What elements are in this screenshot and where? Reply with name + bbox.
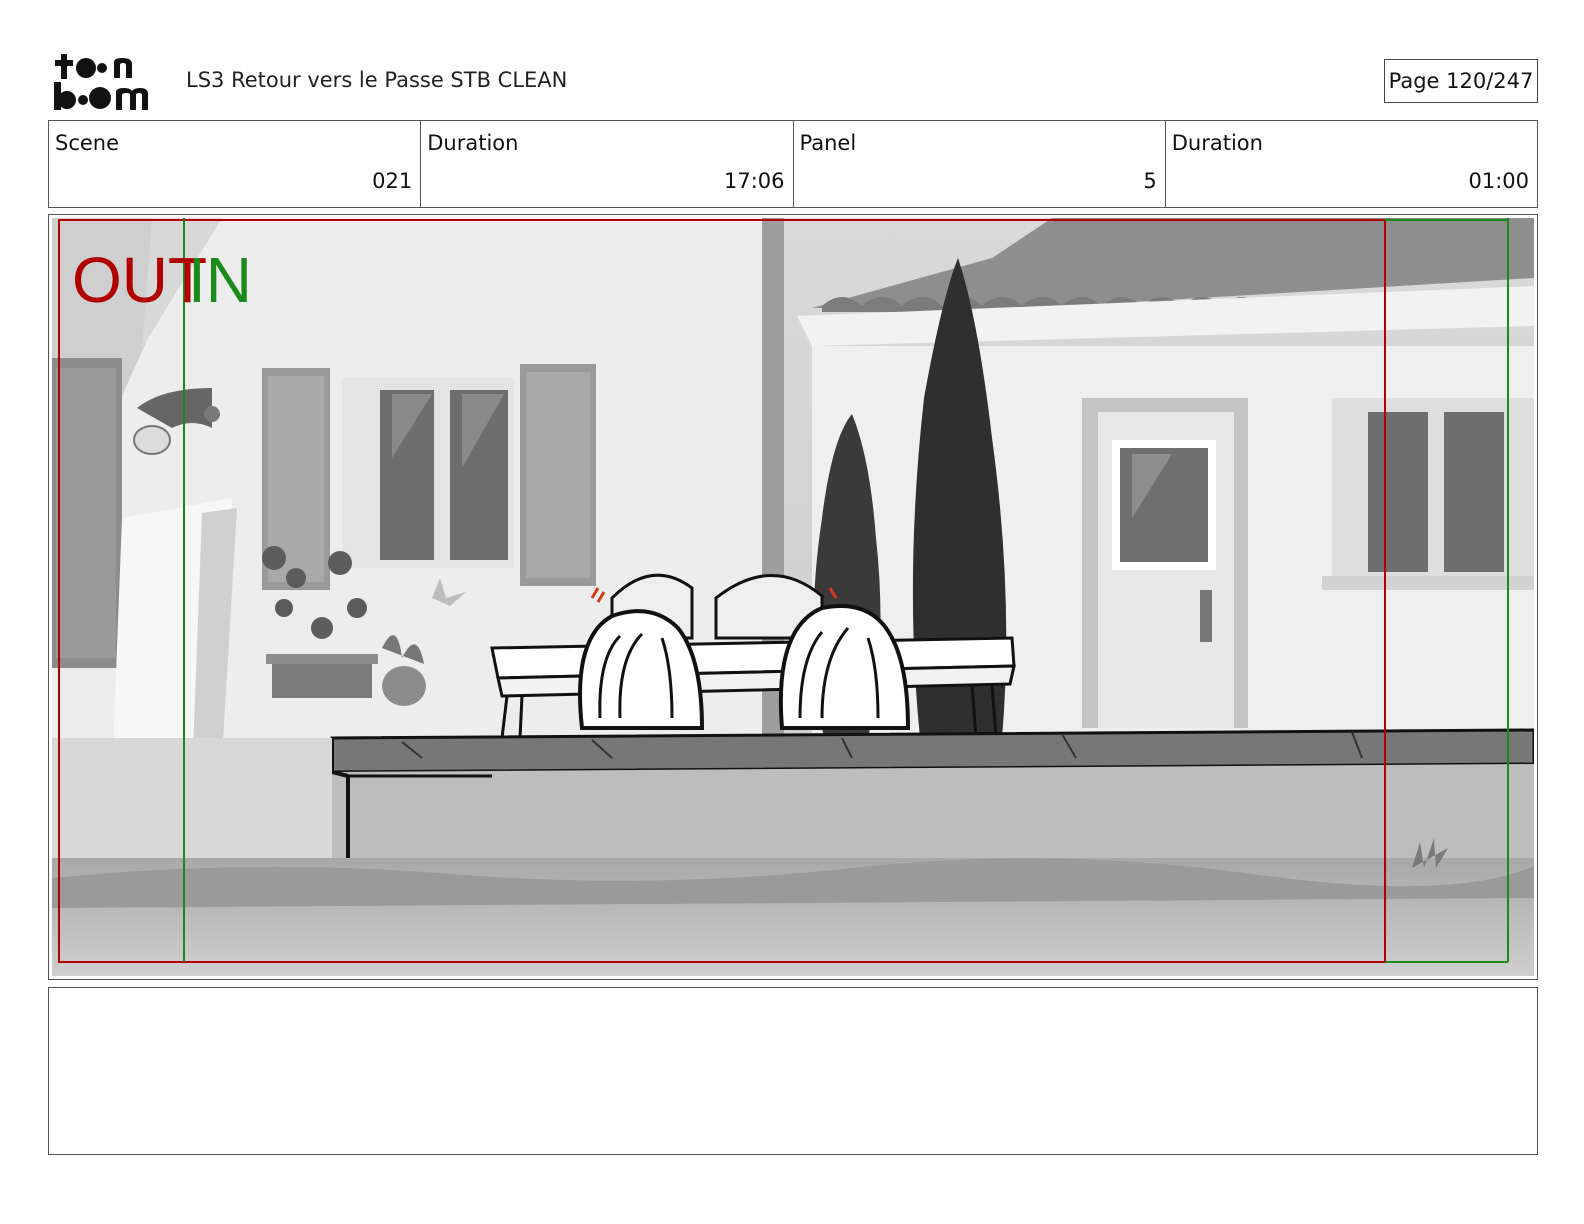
panel-duration-cell: Duration 01:00 — [1166, 121, 1537, 207]
panel-label: Panel — [799, 131, 857, 155]
scene-duration-cell: Duration 17:06 — [421, 121, 794, 207]
panel-duration-label: Duration — [1171, 131, 1263, 155]
panel-duration-value: 01:00 — [1468, 169, 1529, 193]
scene-value: 021 — [372, 169, 413, 193]
info-row: Scene 021 Duration 17:06 Panel 5 Duratio… — [48, 120, 1538, 208]
scene-duration-label: Duration — [427, 131, 519, 155]
scene-label: Scene — [55, 131, 120, 155]
scene-cell: Scene 021 — [49, 121, 422, 207]
panel-value: 5 — [1143, 169, 1157, 193]
document-title: LS3 Retour vers le Passe STB CLEAN — [186, 68, 568, 92]
toon-boom-logo — [52, 50, 164, 112]
storyboard-panel-image: OUT IN — [52, 218, 1536, 976]
out-label: OUT — [72, 244, 207, 316]
page-number: Page 120/247 — [1384, 59, 1538, 103]
panel-cell: Panel 5 — [794, 121, 1166, 207]
page-number-label: Page 120/247 — [1388, 69, 1534, 93]
scene-duration-value: 17:06 — [723, 169, 785, 193]
in-label: IN — [188, 244, 252, 316]
notes-box — [48, 987, 1538, 1155]
